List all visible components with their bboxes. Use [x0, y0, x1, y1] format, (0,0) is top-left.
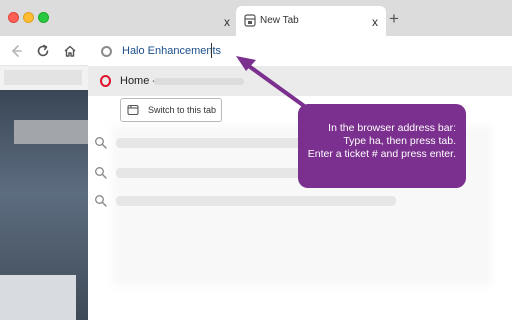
new-tab-button[interactable]: +: [389, 10, 399, 27]
close-window-button[interactable]: [8, 12, 19, 23]
suggestion-home-label: Home -: [120, 75, 157, 87]
search-icon: [95, 195, 107, 207]
callout-line-2: Type ha, then press tab.: [343, 135, 456, 147]
callout-line-1: In the browser address bar:: [328, 122, 456, 134]
tab-inactive[interactable]: x: [58, 6, 234, 36]
home-icon[interactable]: [62, 43, 78, 59]
blurred-text-block: [14, 120, 88, 144]
switch-to-tab-button[interactable]: Switch to this tab: [120, 98, 222, 122]
suggestion-row[interactable]: [88, 190, 512, 214]
minimize-window-button[interactable]: [23, 12, 34, 23]
reload-icon[interactable]: [35, 43, 51, 59]
search-icon: [95, 137, 107, 149]
address-bar[interactable]: Halo Enhancements: [88, 36, 512, 67]
blurred-suggestion-text: [116, 196, 396, 206]
suggestion-home[interactable]: Home -: [88, 66, 512, 96]
address-bar-input[interactable]: Halo Enhancements: [122, 45, 221, 57]
maximize-window-button[interactable]: [38, 12, 49, 23]
text-cursor: [211, 43, 212, 58]
switch-tab-icon: [127, 104, 139, 116]
back-icon[interactable]: [8, 43, 24, 59]
tab-close-button[interactable]: x: [220, 15, 234, 29]
site-info-icon: [101, 46, 112, 57]
blurred-url: [154, 78, 244, 85]
instruction-callout: In the browser address bar: Type ha, the…: [298, 104, 466, 188]
tab-active[interactable]: New Tab x: [236, 6, 386, 36]
blurred-footer: [0, 275, 76, 320]
switch-to-tab-label: Switch to this tab: [148, 105, 217, 115]
search-icon: [95, 167, 107, 179]
tab-bar: x New Tab x +: [0, 0, 512, 36]
callout-line-3: Enter a ticket # and press enter.: [307, 148, 456, 160]
tab-close-button[interactable]: x: [368, 15, 382, 29]
blurred-bar: [4, 70, 82, 85]
tab-title: New Tab: [260, 15, 299, 26]
opera-logo-icon: [100, 75, 111, 87]
new-tab-favicon-icon: [244, 14, 256, 27]
